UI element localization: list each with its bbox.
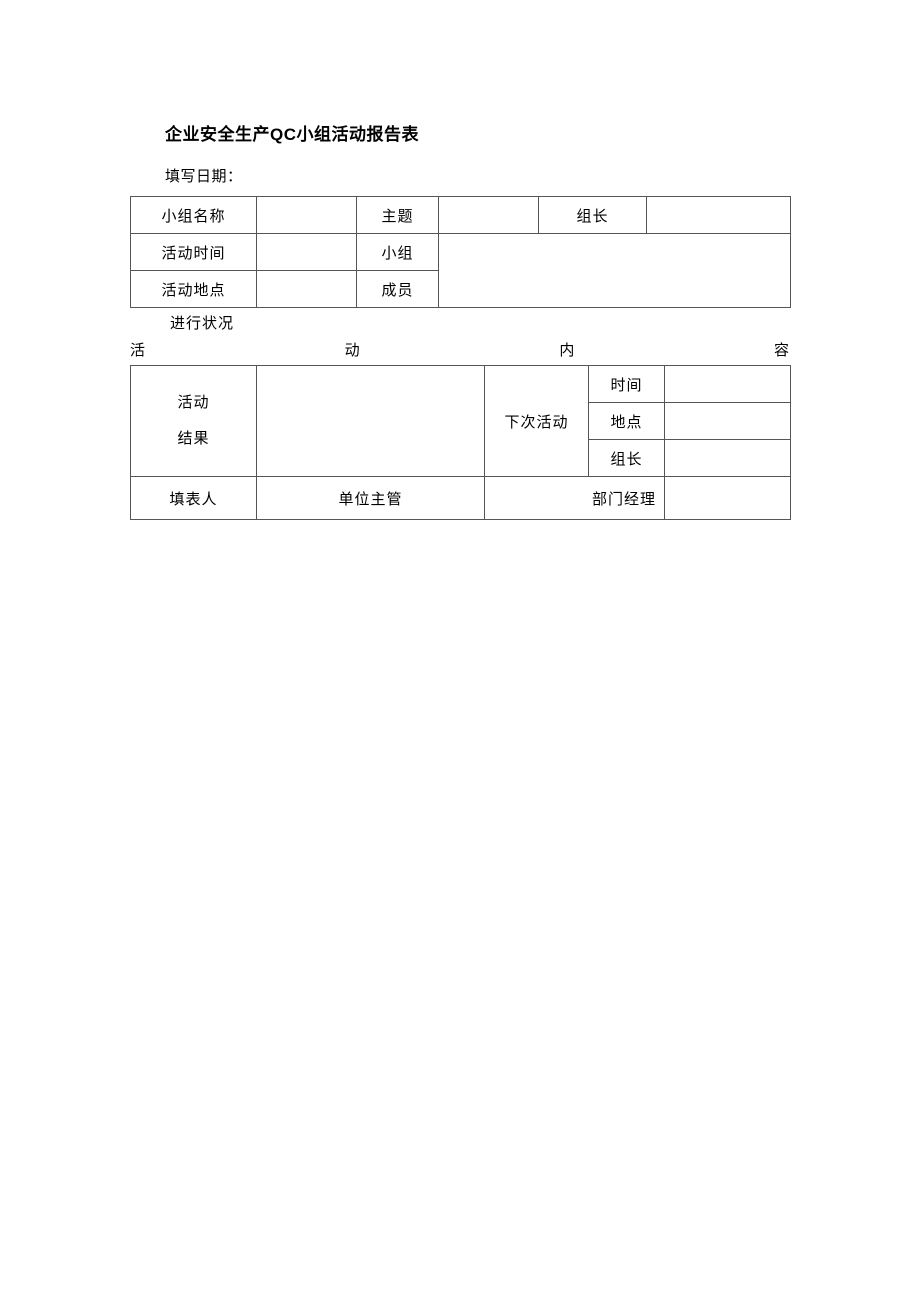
label-members: 成员 (357, 271, 439, 308)
label-next-activity: 下次活动 (485, 366, 589, 477)
content-heading: 活 动 内 容 (130, 339, 790, 365)
label-group: 小组 (357, 234, 439, 271)
fill-date-label: 填写日期： (165, 165, 790, 186)
label-activity-result: 活动 结果 (131, 366, 257, 477)
header-table: 小组名称 主题 组长 活动时间 小组 活动地点 成员 (130, 196, 791, 308)
label-activity-place: 活动地点 (131, 271, 257, 308)
status-label: 进行状况 (170, 312, 790, 333)
label-filler: 填表人 (131, 477, 257, 520)
value-topic (439, 197, 539, 234)
value-dept-manager (665, 477, 791, 520)
value-group-members (439, 234, 791, 308)
content-heading-char-2: 动 (345, 341, 361, 361)
value-activity-place (257, 271, 357, 308)
value-next-place (665, 403, 791, 440)
document-title: 企业安全生产QC小组活动报告表 (165, 120, 790, 145)
content-heading-char-4: 容 (774, 341, 790, 361)
value-next-leader (665, 440, 791, 477)
label-unit-supervisor: 单位主管 (257, 477, 485, 520)
value-activity-time (257, 234, 357, 271)
label-next-time: 时间 (589, 366, 665, 403)
value-activity-result (257, 366, 485, 477)
label-dept-manager: 部门经理 (485, 477, 665, 520)
value-next-time (665, 366, 791, 403)
label-result: 结果 (131, 421, 256, 457)
label-activity: 活动 (131, 385, 256, 421)
body-table: 活动 结果 下次活动 时间 地点 组长 填表人 单位主管 部门经理 (130, 365, 791, 520)
label-next-place: 地点 (589, 403, 665, 440)
content-heading-char-1: 活 (130, 341, 146, 361)
label-next-leader: 组长 (589, 440, 665, 477)
page: 企业安全生产QC小组活动报告表 填写日期： 小组名称 主题 组长 活动时间 小组… (0, 0, 920, 520)
value-group-name (257, 197, 357, 234)
label-leader: 组长 (539, 197, 647, 234)
label-group-name: 小组名称 (131, 197, 257, 234)
content-heading-char-3: 内 (559, 341, 575, 361)
value-leader (647, 197, 791, 234)
label-activity-time: 活动时间 (131, 234, 257, 271)
label-topic: 主题 (357, 197, 439, 234)
